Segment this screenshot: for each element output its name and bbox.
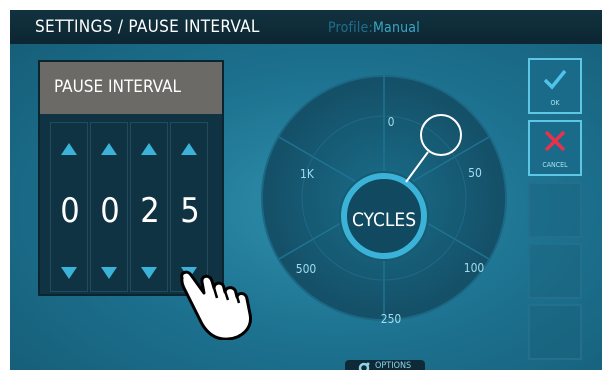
dial-graphic bbox=[261, 75, 507, 321]
profile-label: Profile: bbox=[328, 20, 373, 36]
panel-title: PAUSE INTERVAL bbox=[54, 77, 182, 97]
digit-3: 2 bbox=[140, 191, 160, 231]
gear-icon bbox=[358, 362, 370, 370]
screen: SETTINGS / PAUSE INTERVAL Profile:Manual… bbox=[10, 10, 602, 370]
side-slot-5 bbox=[528, 304, 582, 360]
side-slot-3 bbox=[528, 182, 582, 238]
top-bar: SETTINGS / PAUSE INTERVAL Profile:Manual bbox=[10, 10, 602, 44]
increment-digit-4-button[interactable] bbox=[181, 143, 197, 155]
cancel-button[interactable]: CANCEL bbox=[528, 120, 582, 176]
decrement-digit-2-button[interactable] bbox=[101, 267, 117, 279]
digit-4: 5 bbox=[180, 191, 200, 231]
checkmark-icon bbox=[543, 69, 567, 90]
digit-column-3: 2 bbox=[130, 122, 168, 292]
dial-label-250[interactable]: 250 bbox=[381, 312, 402, 326]
digit-2: 0 bbox=[100, 191, 120, 231]
digit-column-1: 0 bbox=[50, 122, 88, 292]
cycles-dial[interactable]: 0 50 100 250 500 1K CYCLES bbox=[258, 72, 510, 326]
dial-label-1k[interactable]: 1K bbox=[300, 167, 314, 181]
increment-digit-2-button[interactable] bbox=[101, 143, 117, 155]
profile-indicator: Profile:Manual bbox=[328, 20, 420, 36]
increment-digit-1-button[interactable] bbox=[61, 143, 77, 155]
cancel-label: CANCEL bbox=[542, 161, 568, 169]
dial-label-500[interactable]: 500 bbox=[296, 262, 317, 276]
dial-label-50[interactable]: 50 bbox=[468, 166, 482, 180]
ok-label: OK bbox=[550, 99, 560, 107]
decrement-digit-1-button[interactable] bbox=[61, 267, 77, 279]
digit-column-2: 0 bbox=[90, 122, 128, 292]
digit-1: 0 bbox=[60, 191, 80, 231]
profile-value: Manual bbox=[372, 20, 420, 36]
options-button[interactable]: OPTIONS bbox=[345, 360, 425, 370]
panel-header: PAUSE INTERVAL bbox=[40, 62, 222, 114]
side-slot-4 bbox=[528, 243, 582, 299]
dial-label-100[interactable]: 100 bbox=[464, 261, 485, 275]
increment-digit-3-button[interactable] bbox=[141, 143, 157, 155]
options-label: OPTIONS bbox=[375, 361, 412, 370]
cycles-label: CYCLES bbox=[351, 209, 417, 231]
close-icon bbox=[544, 130, 566, 152]
pointing-hand-icon bbox=[180, 270, 252, 340]
page-title: SETTINGS / PAUSE INTERVAL bbox=[35, 17, 260, 37]
decrement-digit-3-button[interactable] bbox=[141, 267, 157, 279]
ok-button[interactable]: OK bbox=[528, 58, 582, 114]
dial-label-0[interactable]: 0 bbox=[388, 115, 395, 129]
